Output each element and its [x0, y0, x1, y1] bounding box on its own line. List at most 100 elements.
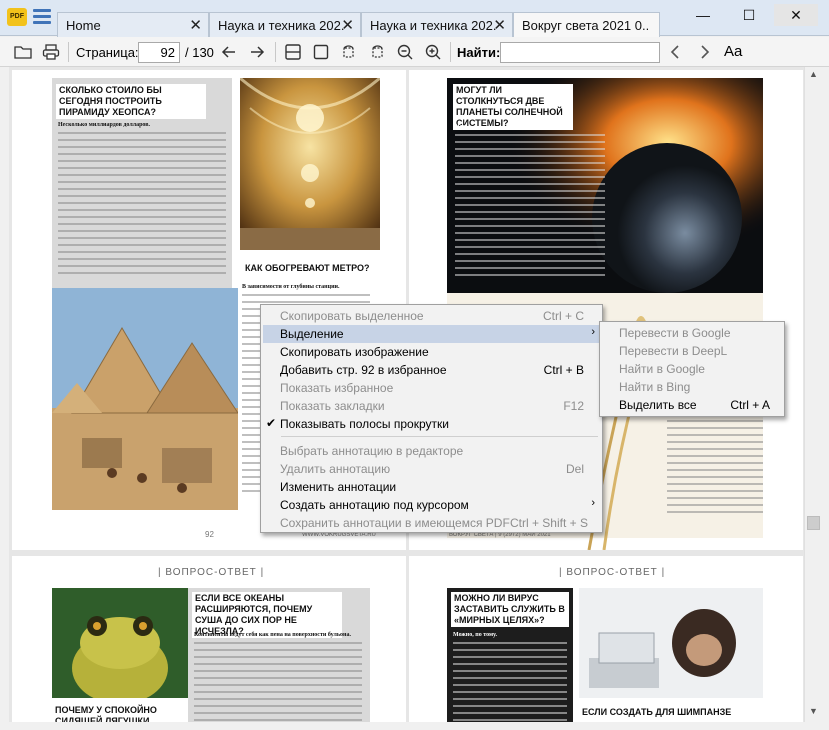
article-headline: ПОЧЕМУ У СПОКОЙНО СИДЯЩЕЙ ЛЯГУШКИ	[52, 704, 172, 722]
metro-station-photo	[240, 78, 380, 250]
article-headline: СКОЛЬКО СТОИЛО БЫ СЕГОДНЯ ПОСТРОИТЬ ПИРА…	[56, 84, 206, 119]
menu-item-label: Найти в Bing	[619, 380, 691, 394]
arrow-right-icon[interactable]	[248, 43, 266, 61]
menu-item-label: Выделить все	[619, 398, 697, 412]
page-95: | ВОПРОС-ОТВЕТ | МОЖНО ЛИ ВИРУС ЗАСТАВИТ…	[409, 556, 803, 722]
menu-item-create-annotation[interactable]: Создать аннотацию под курсором ›	[263, 496, 600, 514]
chevron-left-icon[interactable]	[667, 43, 685, 61]
article-lede: Можно, по тому.	[453, 632, 497, 638]
article-lede: Континенты ведут себя как пена на поверх…	[194, 632, 351, 638]
menu-item-add-favorite[interactable]: Добавить стр. 92 в избранное Ctrl + B	[263, 361, 600, 379]
article-text	[455, 134, 605, 294]
tab-document[interactable]: Наука и техника 202... ✕	[209, 12, 361, 37]
menu-item-delete-annotation[interactable]: Удалить аннотацию Del	[263, 460, 600, 478]
menu-item-label: Скопировать выделенное	[280, 309, 424, 323]
vertical-scrollbar[interactable]: ▲ ▼	[804, 67, 821, 722]
print-icon[interactable]	[42, 43, 60, 61]
menu-item-show-bookmarks[interactable]: Показать закладки F12	[263, 397, 600, 415]
fit-page-icon[interactable]	[312, 43, 330, 61]
submenu-item-search-bing[interactable]: Найти в Bing	[602, 378, 782, 396]
toolbar: Страница: / 130 Найти: Aa	[0, 37, 829, 67]
menu-item-shortcut: F12	[563, 399, 584, 413]
menu-item-save-annotations[interactable]: Сохранить аннотации в имеющемся PDF Ctrl…	[263, 514, 600, 532]
toolbar-separator	[275, 42, 276, 62]
menu-item-label: Показать закладки	[280, 399, 385, 413]
submenu-item-translate-google[interactable]: Перевести в Google	[602, 324, 782, 342]
menu-item-copy-selection[interactable]: Скопировать выделенное Ctrl + C	[263, 307, 600, 325]
tab-document[interactable]: Наука и техника 202... ✕	[361, 12, 513, 37]
article-headline: ЕСЛИ СОЗДАТЬ ДЛЯ ШИМПАНЗЕ	[579, 706, 759, 719]
menu-item-label: Создать аннотацию под курсором	[280, 498, 469, 512]
tab-label: Вокруг света 2021 0...	[522, 18, 648, 33]
arrow-left-icon[interactable]	[220, 43, 238, 61]
menu-item-label: Сохранить аннотации в имеющемся PDF	[280, 516, 510, 530]
close-icon[interactable]: ✕	[341, 16, 354, 34]
article-text	[453, 642, 567, 722]
article-text	[58, 132, 226, 292]
selection-submenu: Перевести в Google Перевести в DeepL Най…	[599, 321, 785, 417]
article-lede: Несколько миллиардов долларов.	[58, 122, 151, 128]
submenu-item-translate-deepl[interactable]: Перевести в DeepL	[602, 342, 782, 360]
tab-label: Наука и техника 202...	[370, 18, 496, 33]
article-text	[667, 420, 763, 525]
search-input[interactable]	[500, 42, 660, 63]
rotate-left-icon[interactable]	[340, 43, 358, 61]
pdf-app-icon: PDF	[7, 8, 27, 26]
article-headline: МОГУТ ЛИ СТОЛКНУТЬСЯ ДВЕ ПЛАНЕТЫ СОЛНЕЧН…	[453, 84, 573, 130]
tab-label: Наука и техника 202...	[218, 18, 344, 33]
fit-width-icon[interactable]	[284, 43, 302, 61]
page-number: 92	[205, 530, 214, 539]
hamburger-menu-icon[interactable]	[33, 9, 51, 25]
scroll-down-button[interactable]: ▼	[807, 706, 820, 719]
close-window-button[interactable]: ✕	[774, 4, 818, 26]
menu-item-label: Найти в Google	[619, 362, 705, 376]
menu-item-label: Скопировать изображение	[280, 345, 429, 359]
menu-item-label: Выбрать аннотацию в редакторе	[280, 444, 464, 458]
article-text	[194, 642, 362, 722]
menu-item-shortcut: Ctrl + Shift + S	[509, 516, 588, 530]
menu-item-shortcut: Ctrl + A	[730, 398, 770, 412]
close-icon[interactable]: ✕	[189, 16, 202, 34]
page-number-input[interactable]	[138, 42, 180, 63]
scroll-up-button[interactable]: ▲	[807, 69, 820, 82]
title-bar: PDF Home ✕ Наука и техника 202... ✕ Наук…	[0, 0, 829, 38]
menu-item-label: Добавить стр. 92 в избранное	[280, 363, 447, 377]
menu-item-selection[interactable]: Выделение ›	[263, 325, 600, 343]
menu-item-select-annotation[interactable]: Выбрать аннотацию в редакторе	[263, 442, 600, 460]
chimpanzee-photo	[579, 588, 763, 698]
rotate-right-icon[interactable]	[368, 43, 386, 61]
menu-item-show-scrollbars[interactable]: ✔ Показывать полосы прокрутки	[263, 415, 600, 433]
tab-home[interactable]: Home ✕	[57, 12, 209, 37]
menu-item-label: Перевести в Google	[619, 326, 731, 340]
menu-item-label: Выделение	[280, 327, 344, 341]
toolbar-separator	[450, 42, 451, 62]
submenu-item-select-all[interactable]: Выделить все Ctrl + A	[602, 396, 782, 414]
toolbar-separator	[68, 42, 69, 62]
menu-item-shortcut: Del	[565, 462, 584, 476]
article-headline: КАК ОБОГРЕВАЮТ МЕТРО?	[242, 262, 402, 275]
minimize-button[interactable]: —	[681, 4, 725, 26]
chevron-right-icon[interactable]	[695, 43, 713, 61]
article-headline: МОЖНО ЛИ ВИРУС ЗАСТАВИТЬ СЛУЖИТЬ В «МИРН…	[451, 592, 569, 627]
menu-item-show-favorites[interactable]: Показать избранное	[263, 379, 600, 397]
zoom-out-icon[interactable]	[396, 43, 414, 61]
scroll-thumb[interactable]	[807, 516, 820, 530]
context-menu: Скопировать выделенное Ctrl + C Выделени…	[260, 304, 603, 533]
article-lede: Нет.	[455, 124, 467, 130]
page-94: | ВОПРОС-ОТВЕТ | ЕСЛИ ВСЕ ОКЕАНЫ РАСШИРЯ…	[12, 556, 406, 722]
zoom-in-icon[interactable]	[424, 43, 442, 61]
close-icon[interactable]: ✕	[493, 16, 506, 34]
menu-item-edit-annotations[interactable]: Изменить аннотации	[263, 478, 600, 496]
tab-active-document[interactable]: Вокруг света 2021 0...	[513, 12, 660, 38]
submenu-arrow-icon: ›	[591, 326, 595, 338]
frog-photo	[52, 588, 188, 698]
submenu-item-search-google[interactable]: Найти в Google	[602, 360, 782, 378]
font-size-icon[interactable]: Aa	[724, 43, 742, 60]
article-lede: В зависимости от глубины станции.	[242, 284, 340, 290]
tab-label: Home	[66, 18, 101, 33]
menu-item-copy-image[interactable]: Скопировать изображение	[263, 343, 600, 361]
pyramids-illustration	[52, 288, 238, 510]
maximize-button[interactable]: ☐	[727, 4, 771, 26]
folder-open-icon[interactable]	[14, 43, 32, 61]
menu-item-label: Удалить аннотацию	[280, 462, 391, 476]
